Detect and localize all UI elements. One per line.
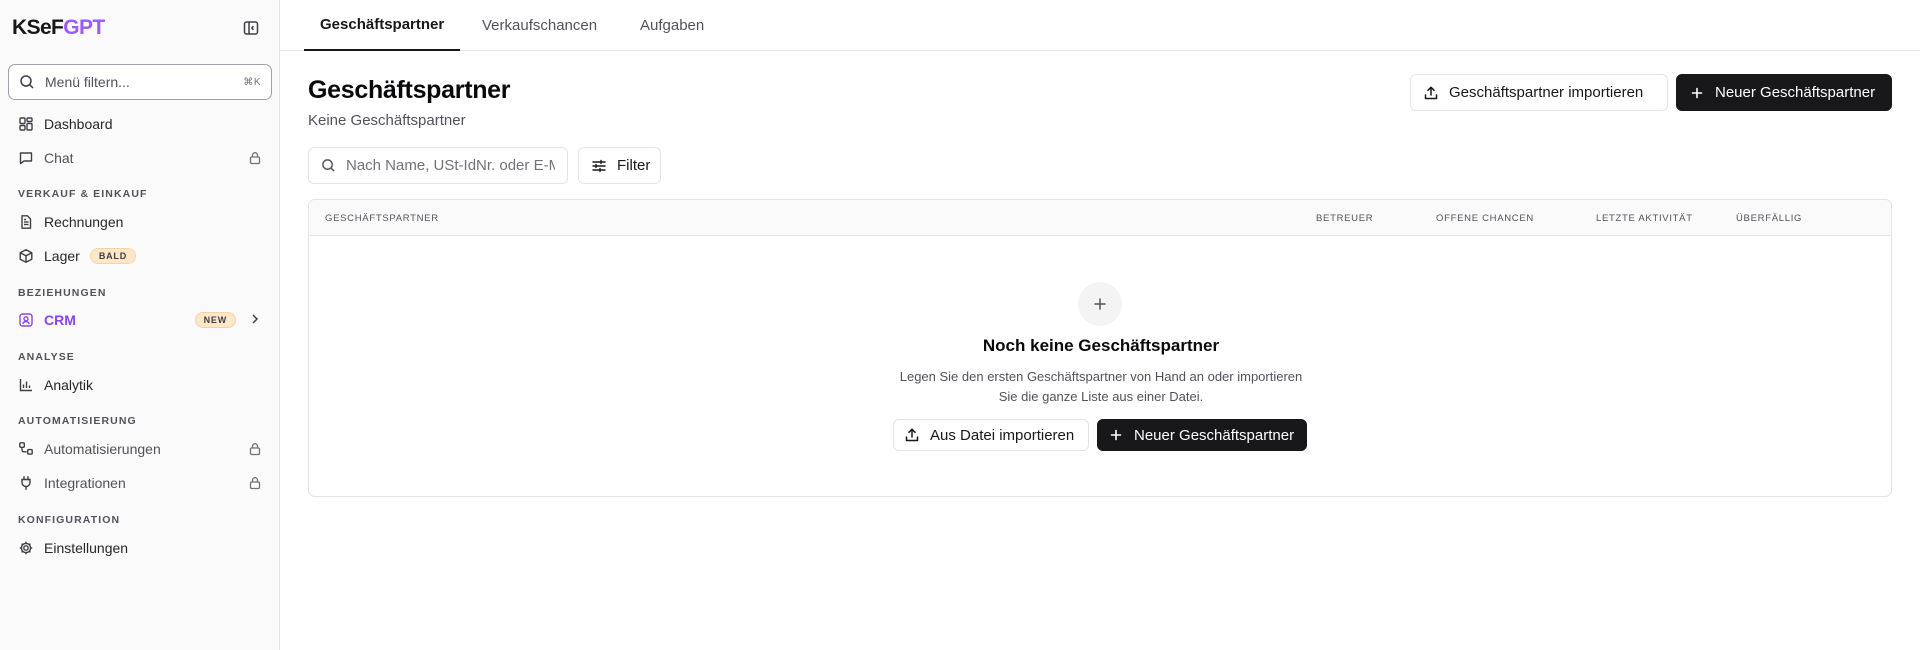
tab-opportunities[interactable]: Verkaufschancen — [482, 0, 597, 51]
import-from-file-label: Aus Datei importieren — [930, 426, 1075, 444]
section-label-sales: VERKAUF & EINKAUF — [18, 188, 148, 200]
lock-icon — [248, 442, 262, 456]
coming-soon-badge: BALD — [89, 248, 137, 264]
import-partners-button[interactable]: Geschäftspartner importieren — [1410, 74, 1668, 111]
page-title: Geschäftspartner — [308, 76, 511, 104]
logo-main: KSeF — [12, 16, 64, 39]
section-label-config: KONFIGURATION — [18, 514, 121, 526]
empty-state-desc-line: Sie die ganze Liste aus einer Datei. — [998, 389, 1204, 404]
page-subtitle: Keine Geschäftspartner — [308, 112, 466, 129]
sidebar-item-label: Lager — [44, 248, 80, 264]
plus-icon — [1108, 427, 1124, 443]
tab-bar: Geschäftspartner Verkaufschancen Aufgabe… — [280, 0, 1920, 51]
gear-icon — [18, 540, 34, 556]
new-partner-label: Neuer Geschäftspartner — [1715, 84, 1876, 101]
filter-button[interactable]: Filter — [578, 147, 661, 184]
sidebar-item-label: Einstellungen — [44, 540, 129, 556]
bar-chart-icon — [18, 377, 34, 393]
sidebar-item-settings[interactable]: Einstellungen — [8, 533, 272, 563]
contact-icon — [18, 312, 34, 328]
sidebar: KSeFGPT ⌘K Dashboard Chat VERKAUF & EINK… — [0, 0, 280, 650]
plus-icon — [1078, 282, 1122, 326]
sidebar-item-chat[interactable]: Chat — [8, 143, 272, 173]
section-label-relations: BEZIEHUNGEN — [18, 287, 107, 299]
empty-state-title: Noch keine Geschäftspartner — [982, 336, 1220, 355]
sidebar-item-label: Automatisierungen — [44, 441, 161, 457]
search-icon — [321, 158, 336, 173]
menu-filter-input[interactable] — [45, 74, 244, 90]
empty-state-description: Legen Sie den ersten Geschäftspartner vo… — [851, 367, 1351, 407]
upload-icon — [1423, 85, 1439, 101]
workflow-icon — [18, 441, 34, 457]
sliders-icon — [591, 158, 607, 174]
filter-label: Filter — [617, 157, 651, 174]
new-partner-button[interactable]: Neuer Geschäftspartner — [1676, 74, 1892, 111]
column-header-last-activity[interactable]: LETZTE AKTIVITÄT — [1596, 200, 1693, 236]
chevron-right-icon[interactable] — [248, 312, 262, 329]
sidebar-item-label: Rechnungen — [44, 214, 124, 230]
menu-filter-field[interactable]: ⌘K — [8, 64, 272, 100]
sidebar-item-integrations[interactable]: Integrationen — [8, 468, 272, 498]
partner-search-input[interactable] — [346, 157, 555, 174]
sidebar-item-label: Integrationen — [44, 475, 126, 491]
empty-state-desc-line: Legen Sie den ersten Geschäftspartner vo… — [899, 369, 1303, 384]
column-header-owner[interactable]: BETREUER — [1316, 200, 1373, 236]
new-badge: NEW — [194, 312, 236, 328]
shortcut-hint: ⌘K — [243, 76, 261, 88]
sidebar-item-label: CRM — [44, 312, 76, 328]
sidebar-toggle-icon[interactable] — [242, 19, 260, 37]
empty-new-partner-label: Neuer Geschäftspartner — [1134, 426, 1295, 444]
section-label-automation: AUTOMATISIERUNG — [18, 415, 137, 427]
sidebar-item-stock[interactable]: Lager BALD — [8, 241, 272, 271]
file-icon — [18, 214, 34, 230]
lock-icon — [248, 476, 262, 490]
tab-tasks[interactable]: Aufgaben — [640, 0, 704, 51]
plug-icon — [18, 475, 34, 491]
sidebar-item-automations[interactable]: Automatisierungen — [8, 434, 272, 464]
partners-table: GESCHÄFTSPARTNER BETREUER OFFENE CHANCEN… — [308, 199, 1892, 497]
sidebar-item-label: Chat — [44, 150, 74, 166]
table-header: GESCHÄFTSPARTNER BETREUER OFFENE CHANCEN… — [309, 200, 1891, 236]
partner-search-field[interactable] — [308, 147, 568, 184]
chat-icon — [18, 150, 34, 166]
import-partners-label: Geschäftspartner importieren — [1449, 84, 1644, 101]
sidebar-item-invoices[interactable]: Rechnungen — [8, 207, 272, 237]
import-from-file-button[interactable]: Aus Datei importieren — [893, 419, 1089, 451]
sidebar-item-dashboard[interactable]: Dashboard — [8, 109, 272, 139]
column-header-overdue[interactable]: ÜBERFÄLLIG — [1736, 200, 1802, 236]
section-label-analysis: ANALYSE — [18, 351, 75, 363]
sidebar-item-analytics[interactable]: Analytik — [8, 370, 272, 400]
empty-new-partner-button[interactable]: Neuer Geschäftspartner — [1097, 419, 1307, 451]
column-header-partner[interactable]: GESCHÄFTSPARTNER — [325, 200, 439, 236]
sidebar-item-label: Dashboard — [44, 116, 113, 132]
sidebar-item-crm[interactable]: CRM NEW — [8, 305, 272, 335]
grid-icon — [18, 116, 34, 132]
search-icon — [19, 74, 35, 90]
main-content: Geschäftspartner Verkaufschancen Aufgabe… — [280, 0, 1920, 650]
logo-accent: GPT — [63, 16, 105, 39]
sidebar-item-label: Analytik — [44, 377, 94, 393]
upload-icon — [904, 427, 920, 443]
column-header-open-chances[interactable]: OFFENE CHANCEN — [1436, 200, 1534, 236]
box-icon — [18, 248, 34, 264]
lock-icon — [248, 151, 262, 165]
crm-item-right: NEW — [194, 312, 262, 329]
logo-row: KSeFGPT — [12, 14, 268, 42]
tab-partners[interactable]: Geschäftspartner — [304, 0, 461, 51]
plus-icon — [1689, 85, 1705, 101]
app-logo[interactable]: KSeFGPT — [12, 16, 105, 40]
